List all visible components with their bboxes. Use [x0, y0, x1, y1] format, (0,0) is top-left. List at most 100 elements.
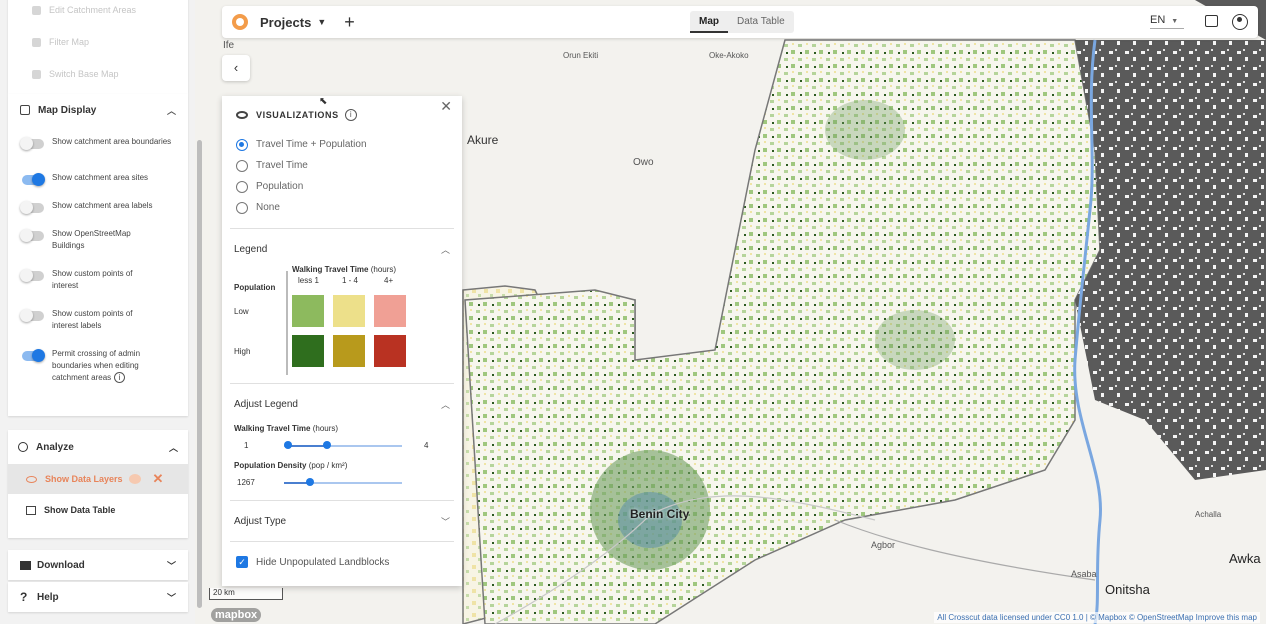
hide-unpopulated-row[interactable]: ✓ Hide Unpopulated Landblocks — [222, 542, 462, 582]
close-icon[interactable]: ✕ — [153, 471, 164, 487]
chevron-up-icon[interactable]: ︿ — [441, 398, 450, 411]
language-select[interactable]: EN ▼ — [1150, 14, 1184, 29]
map-display-header[interactable]: Map Display ︿ — [8, 94, 188, 126]
info-icon[interactable]: i — [114, 372, 126, 384]
legend-travel-time-label: Walking Travel Time — [292, 265, 369, 274]
radio-button[interactable] — [236, 180, 248, 193]
switch-base-map-label: Switch Base Map — [49, 69, 119, 79]
adjust-legend-header[interactable]: Adjust Legend ︿ — [222, 384, 462, 424]
radio-label: None — [256, 202, 280, 213]
legend-row-low: Low — [234, 307, 249, 316]
visualizations-header: VISUALIZATIONS i — [222, 96, 462, 134]
help-header[interactable]: ? Help ﹀ — [8, 582, 188, 612]
chat-icon[interactable] — [1205, 15, 1218, 27]
radio-button[interactable] — [236, 159, 248, 172]
scale-bar: 20 km — [209, 588, 283, 600]
map-attribution[interactable]: All Crosscut data licensed under CC0 1.0… — [934, 612, 1260, 623]
toggle-label: Show custom points of interest labels — [52, 309, 133, 330]
chevron-up-icon[interactable]: ︿ — [167, 104, 176, 117]
download-icon — [20, 560, 31, 570]
toggle-label: Show OpenStreetMap Buildings — [52, 229, 131, 250]
show-data-layers-item[interactable]: Show Data Layers ✕ — [8, 464, 188, 494]
help-title: Help — [37, 591, 59, 603]
switch-base-map-item[interactable]: Switch Base Map — [8, 58, 188, 90]
map-label-benin-city: Benin City — [630, 507, 690, 521]
map-label-ife: Ife — [223, 40, 235, 51]
tab-map[interactable]: Map — [690, 11, 728, 33]
tab-data-table[interactable]: Data Table — [728, 11, 794, 33]
legend-swatch-high-less1 — [292, 335, 324, 367]
toggle-label: Permit crossing of admin boundaries when… — [52, 349, 141, 382]
slider-track-active — [288, 445, 326, 447]
app-logo-icon — [232, 14, 248, 30]
filter-map-label: Filter Map — [49, 37, 90, 47]
chevron-up-icon[interactable]: ︿ — [169, 441, 178, 454]
toggle-custom-poi-labels[interactable] — [20, 309, 44, 322]
radio-option-none[interactable]: None — [222, 197, 462, 218]
show-data-table-item[interactable]: Show Data Table — [8, 494, 188, 526]
toggle-row-boundaries: Show catchment area boundaries — [8, 136, 188, 170]
travel-time-min: 1 — [244, 441, 249, 450]
close-icon[interactable]: ✕ — [440, 98, 452, 115]
download-header[interactable]: Download ﹀ — [8, 550, 188, 580]
slider-handle-max[interactable] — [323, 441, 331, 449]
eye-icon — [26, 475, 37, 483]
sidebar-scrollbar[interactable] — [197, 140, 202, 608]
radio-option-travel-time[interactable]: Travel Time — [222, 155, 462, 176]
toggle-catchment-boundaries[interactable] — [20, 137, 44, 150]
add-project-button[interactable]: + — [344, 13, 355, 31]
help-card: ? Help ﹀ — [8, 582, 188, 612]
toggle-catchment-sites[interactable] — [22, 173, 45, 186]
slider-track-active — [284, 482, 308, 484]
analyze-header[interactable]: Analyze ︿ — [8, 430, 188, 464]
collapse-panel-button[interactable]: ‹ — [222, 55, 250, 81]
radio-option-population[interactable]: Population — [222, 176, 462, 197]
slider-handle-min[interactable] — [284, 441, 292, 449]
toggle-catchment-labels[interactable] — [20, 201, 44, 214]
legend-col-1-4: 1 - 4 — [342, 276, 359, 285]
density-label: Population Density — [234, 461, 307, 470]
hide-unpopulated-checkbox[interactable]: ✓ — [236, 556, 248, 568]
sidebar: Edit Catchment Areas Filter Map Switch B… — [0, 0, 195, 624]
table-icon — [26, 505, 36, 515]
chevron-down-icon[interactable]: ﹀ — [441, 515, 450, 528]
travel-time-max: 4 — [424, 441, 429, 450]
chevron-down-icon[interactable]: ﹀ — [167, 591, 176, 604]
legend-header[interactable]: Legend ︿ — [222, 229, 462, 269]
legend-swatch-high-4plus — [374, 335, 406, 367]
density-slider[interactable]: 1267 — [222, 470, 462, 494]
toggle-admin-crossing[interactable] — [22, 349, 45, 362]
legend-swatch-low-less1 — [292, 295, 324, 327]
slider-handle[interactable] — [306, 478, 314, 486]
radio-label: Population — [256, 181, 304, 192]
toggle-osm-buildings[interactable] — [20, 229, 44, 242]
user-account-icon[interactable] — [1232, 14, 1248, 30]
chevron-down-icon[interactable]: ﹀ — [167, 559, 176, 572]
radio-button[interactable] — [236, 138, 248, 151]
adjust-type-header[interactable]: Adjust Type ﹀ — [222, 501, 462, 541]
radio-label: Travel Time + Population — [256, 139, 367, 150]
chevron-up-icon[interactable]: ︿ — [441, 243, 450, 256]
travel-time-unit: (hours) — [312, 424, 339, 433]
search-icon — [18, 442, 28, 452]
map-label-awka: Awka — [1229, 551, 1261, 566]
filter-icon — [32, 37, 41, 47]
toggle-custom-poi[interactable] — [20, 269, 44, 282]
download-card: Download ﹀ — [8, 550, 188, 580]
mapbox-logo: mapbox — [211, 608, 262, 622]
filter-map-item[interactable]: Filter Map — [8, 26, 188, 58]
chevron-down-icon: ▼ — [1171, 18, 1179, 25]
chevron-down-icon[interactable]: ▼ — [317, 17, 326, 27]
edit-catchment-areas-item[interactable]: Edit Catchment Areas — [8, 0, 188, 26]
visualizations-title: VISUALIZATIONS — [256, 110, 339, 120]
projects-menu[interactable]: Projects — [260, 15, 311, 30]
info-icon[interactable]: i — [344, 109, 357, 121]
radio-option-travel-time-population[interactable]: Travel Time + Population — [222, 134, 462, 155]
map-display-title: Map Display — [38, 104, 97, 116]
analyze-title: Analyze — [36, 441, 74, 453]
travel-time-slider[interactable]: 1 4 — [222, 433, 462, 457]
radio-button[interactable] — [236, 201, 248, 214]
legend-swatch-low-1to4 — [333, 295, 365, 327]
toggle-label-admin: Permit crossing of admin boundaries when… — [52, 348, 164, 384]
toggle-row-admin: Permit crossing of admin boundaries when… — [8, 348, 188, 384]
